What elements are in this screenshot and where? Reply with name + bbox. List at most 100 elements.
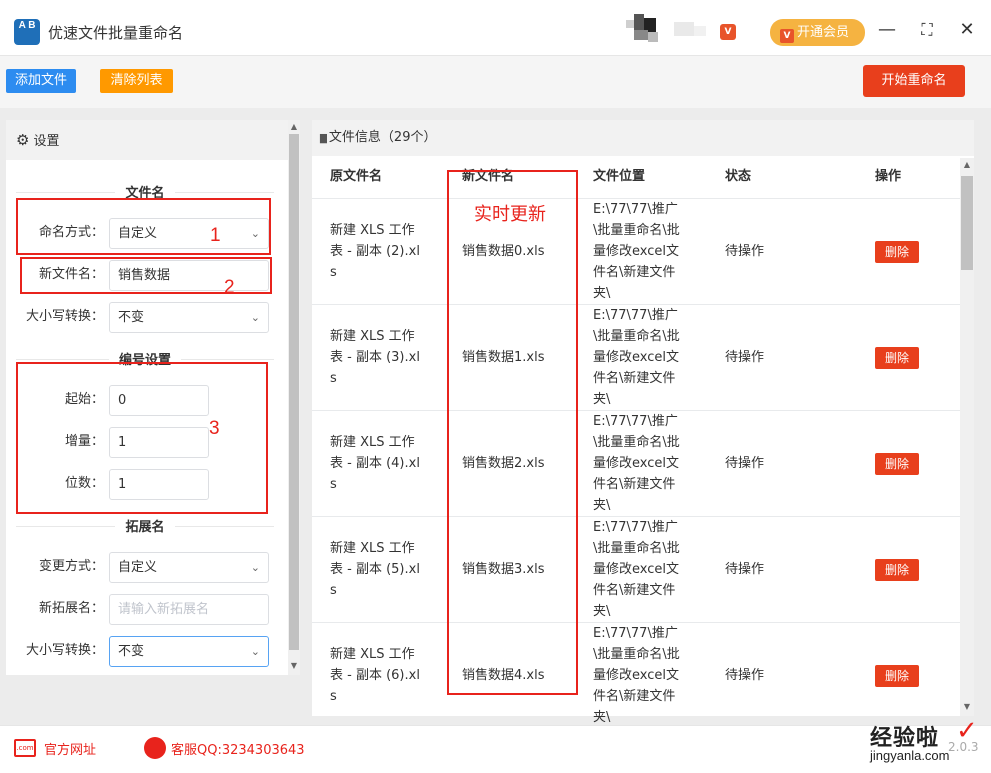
open-vip-label: 开通会员 [797,25,850,40]
scroll-down-icon[interactable]: ▼ [961,702,973,711]
original-name-line: 新建 XLS 工作 [330,541,415,556]
user-avatar[interactable] [626,14,708,46]
annotation-box-3 [16,362,268,514]
chevron-down-icon: ⌄ [250,311,260,324]
annotation-number-1: 1 [210,225,221,246]
table-row: 新建 XLS 工作表 - 副本 (4).xl s 销售数据2.xls E:\77\77… [312,410,960,516]
checkmark-icon: ✓ [956,716,978,746]
maximize-button[interactable]: ⛶ [915,18,939,42]
annotation-box-new-name [447,170,578,695]
file-location-line: 量修改excel文 [593,668,679,683]
original-name-line: s [330,477,337,492]
file-info-panel: ▇ 文件信息（29个） 原文件名 新文件名 文件位置 状态 操作 新建 XLS 工… [312,120,974,725]
settings-header: ⚙ 设置 [6,120,288,160]
annotation-number-3: 3 [209,418,220,439]
vip-badge-icon: V [720,24,736,40]
delete-button[interactable]: 删除 [875,347,919,369]
toolbar: 添加文件 清除列表 开始重命名 [0,56,991,108]
scroll-up-icon[interactable]: ▲ [288,122,300,131]
original-name-line: 新建 XLS 工作 [330,435,415,450]
original-name-line: s [330,583,337,598]
watermark-url: jingyanla.com [870,748,950,763]
case-select[interactable]: 不变 ⌄ [109,302,269,333]
settings-title: 设置 [33,134,60,149]
document-icon: ▇ [320,134,327,144]
file-location-line: 夹\ [593,286,611,301]
file-info-title: 文件信息（29个） [328,130,437,145]
minimize-button[interactable]: — [875,18,899,42]
status-cell: 待操作 [725,668,765,683]
settings-scrollbar[interactable]: ▲ ▼ [288,120,300,675]
status-cell: 待操作 [725,350,765,365]
ext-mode-select[interactable]: 自定义 ⌄ [109,552,269,583]
col-location: 文件位置 [593,169,646,184]
table-header: 原文件名 新文件名 文件位置 状态 操作 [312,156,960,198]
ext-case-select[interactable]: 不变 ⌄ [109,636,269,667]
file-location-line: \批量重命名\批 [593,541,680,556]
file-location-line: E:\77\77\推广 [593,626,678,641]
file-location-line: \批量重命名\批 [593,329,680,344]
file-location-line: 量修改excel文 [593,244,679,259]
original-name-line: s [330,689,337,704]
col-action: 操作 [875,169,902,184]
table-row: 新建 XLS 工作表 - 副本 (3).xl s 销售数据1.xls E:\77\77… [312,304,960,410]
customer-service-icon [144,737,166,759]
file-location-line: 件名\新建文件 [593,583,676,598]
annotation-box-1 [16,198,271,255]
section-extension: 拓展名 [16,516,274,536]
status-cell: 待操作 [725,456,765,471]
file-location-line: 量修改excel文 [593,350,679,365]
add-files-button[interactable]: 添加文件 [6,69,76,93]
file-location-line: 夹\ [593,498,611,513]
file-location-line: \批量重命名\批 [593,223,680,238]
app-logo-icon: A B [14,19,40,45]
delete-button[interactable]: 删除 [875,241,919,263]
status-cell: 待操作 [725,562,765,577]
file-location-line: 夹\ [593,392,611,407]
settings-scroll-thumb[interactable] [289,134,299,650]
original-name-line: 表 - 副本 (3).xl [330,350,420,365]
file-location-line: 件名\新建文件 [593,689,676,704]
delete-button[interactable]: 删除 [875,559,919,581]
ext-case-label: 大小写转换： [25,643,104,658]
start-rename-button[interactable]: 开始重命名 [863,65,965,97]
official-site-link[interactable]: 官方网址 [44,739,96,758]
file-location-line: 件名\新建文件 [593,371,676,386]
original-name-line: s [330,371,337,386]
file-info-header: ▇ 文件信息（29个） [312,120,974,156]
status-cell: 待操作 [725,244,765,259]
file-location-line: 件名\新建文件 [593,477,676,492]
delete-button[interactable]: 删除 [875,453,919,475]
file-location-line: E:\77\77\推广 [593,308,678,323]
case-label: 大小写转换： [25,309,104,324]
file-location-line: 量修改excel文 [593,562,679,577]
new-ext-input[interactable]: 请输入新拓展名 [109,594,269,625]
app-title: 优速文件批量重命名 [48,24,184,42]
close-button[interactable]: ✕ [955,18,979,42]
file-location-line: 件名\新建文件 [593,265,676,280]
original-name-line: 新建 XLS 工作 [330,223,415,238]
vip-icon: V [780,29,794,43]
ext-mode-label: 变更方式： [38,559,104,574]
scroll-up-icon[interactable]: ▲ [961,160,973,169]
annotation-live-update: 实时更新 [474,204,546,225]
annotation-number-2: 2 [224,277,235,298]
file-list-scroll-thumb[interactable] [961,176,973,270]
open-vip-button[interactable]: V 开通会员 [770,19,865,46]
clear-list-button[interactable]: 清除列表 [100,69,173,93]
gear-icon: ⚙ [16,131,30,149]
file-list-scrollbar[interactable]: ▲ ▼ [960,158,974,716]
customer-service-qq[interactable]: 客服QQ:3234303643 [171,739,305,758]
file-location-line: E:\77\77\推广 [593,414,678,429]
original-name-line: 表 - 副本 (5).xl [330,562,420,577]
watermark-logo: 经验啦 jingyanla.com ✓ [870,716,980,770]
delete-button[interactable]: 删除 [875,665,919,687]
file-location-line: E:\77\77\推广 [593,202,678,217]
original-name-line: 表 - 副本 (2).xl [330,244,420,259]
scroll-down-icon[interactable]: ▼ [288,661,300,670]
table-row: 新建 XLS 工作表 - 副本 (6).xl s 销售数据4.xls E:\77\77… [312,622,960,728]
col-status: 状态 [725,169,752,184]
original-name-line: s [330,265,337,280]
new-ext-label: 新拓展名： [38,601,104,616]
chevron-down-icon: ⌄ [250,561,260,574]
